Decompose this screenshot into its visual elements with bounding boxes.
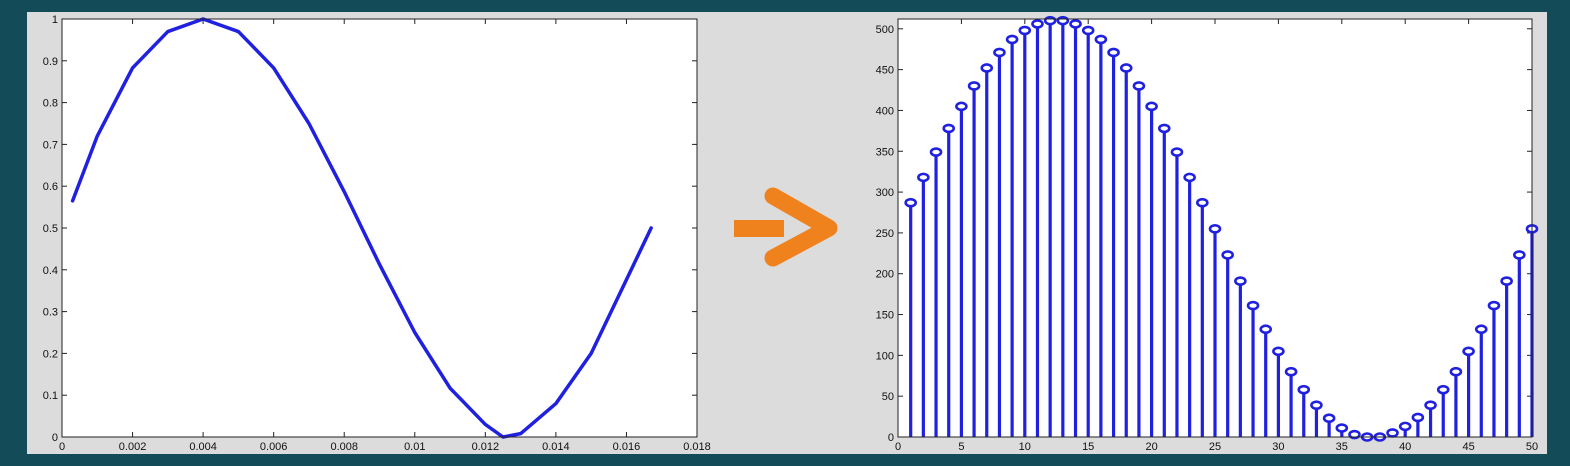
y-tick-label: 200 [876, 269, 894, 281]
x-tick-label: 0.004 [189, 441, 217, 453]
stem-marker [1005, 34, 1019, 45]
stem-marker [1183, 172, 1196, 183]
y-tick-label: 150 [876, 310, 894, 322]
x-tick-label: 0.016 [613, 441, 641, 453]
x-tick-label: 50 [1526, 441, 1538, 453]
y-tick-label: 0.5 [43, 223, 58, 235]
stem-marker [955, 101, 968, 112]
stem-marker [1424, 400, 1437, 410]
y-tick-label: 0 [888, 432, 894, 444]
x-tick-label: 30 [1272, 441, 1284, 453]
x-tick-label: 0.01 [404, 441, 425, 453]
stem-marker [1272, 346, 1285, 357]
stem-marker [1119, 63, 1133, 73]
y-tick-label: 50 [882, 391, 894, 403]
y-tick-label: 0 [52, 432, 58, 444]
stem-marker [1132, 81, 1146, 91]
x-tick-label: 0.012 [472, 441, 500, 453]
stem-marker [1234, 276, 1247, 286]
y-tick-label: 0.8 [43, 98, 58, 110]
stem-marker [1056, 15, 1070, 26]
stem-marker [929, 147, 943, 157]
stem-marker [1386, 428, 1399, 438]
stem-marker [1284, 366, 1298, 377]
stem-marker [1297, 384, 1311, 395]
y-tick-label: 0.7 [43, 139, 58, 151]
figure-panel: 0 0.002 0.004 0.006 0.008 0.01 0.012 0.014 0.016… [27, 12, 1547, 454]
stem-marker [1335, 423, 1349, 433]
y-tick-label: 100 [876, 350, 894, 362]
x-tick-label: 35 [1336, 441, 1348, 453]
stem-marker [1157, 123, 1171, 134]
y-tick-label: 0.4 [43, 265, 58, 277]
plot-area [62, 19, 697, 437]
stem-marker [1018, 25, 1032, 36]
stem-marker [942, 123, 956, 134]
x-tick-label: 0.014 [542, 441, 570, 453]
stem-marker [917, 172, 930, 183]
stem-marker [1246, 300, 1260, 311]
x-tick-label: 0 [895, 441, 901, 453]
x-tick-label: 0.008 [330, 441, 358, 453]
figure-svg: 0 0.002 0.004 0.006 0.008 0.01 0.012 0.014 0.016… [43, 14, 1539, 453]
stem-marker [993, 47, 1006, 58]
stem-marker [1259, 324, 1273, 335]
stem-marker [1043, 15, 1057, 26]
stem-marker [1462, 346, 1475, 357]
stem-marker [1031, 19, 1044, 29]
y-tick-label: 350 [876, 146, 894, 158]
stem-marker [1513, 250, 1526, 260]
x-tick-label: 20 [1145, 441, 1157, 453]
stem-marker [1221, 250, 1234, 260]
y-tick-label: 0.1 [43, 390, 58, 402]
x-tick-label: 0.006 [260, 441, 288, 453]
y-tick-label: 400 [876, 105, 894, 117]
y-tick-label: 300 [876, 187, 894, 199]
x-tick-label: 0 [59, 441, 65, 453]
x-tick-label: 25 [1209, 441, 1221, 453]
x-tick-label: 15 [1082, 441, 1094, 453]
y-tick-label: 250 [876, 228, 894, 240]
stem-marker [1107, 47, 1120, 58]
x-tick-label: 40 [1399, 441, 1411, 453]
right-arrow-icon [734, 187, 838, 267]
x-tick-label: 0.018 [683, 441, 711, 453]
y-tick-label: 0.6 [43, 181, 58, 193]
x-tick-label: 5 [958, 441, 964, 453]
stem-marker [1436, 384, 1450, 395]
stem-marker [1500, 276, 1513, 286]
arrow-shaft [734, 220, 784, 237]
stem-marker [1069, 19, 1082, 29]
stem-marker [1196, 197, 1209, 208]
x-tick-label: 45 [1462, 441, 1474, 453]
stem-marker [1094, 34, 1108, 45]
stem-marker [1398, 421, 1412, 432]
x-tick-label: 10 [1019, 441, 1031, 453]
stem-marker [1487, 300, 1501, 311]
stem-marker [904, 197, 917, 208]
chart-1: 0 0.002 0.004 0.006 0.008 0.01 0.012 0.014 0.016… [43, 14, 711, 453]
y-tick-label: 1 [52, 14, 58, 26]
stem-marker [1170, 147, 1184, 157]
stem-marker [1145, 101, 1158, 112]
stem-marker [967, 81, 981, 91]
y-tick-label: 500 [876, 24, 894, 36]
y-tick-label: 0.2 [43, 348, 58, 360]
stem-marker [1474, 324, 1488, 335]
y-tick-label: 0.3 [43, 307, 58, 319]
stem-marker [1322, 413, 1336, 424]
stem-marker [1081, 25, 1095, 36]
stem-marker [1411, 412, 1425, 423]
y-tick-label: 450 [876, 65, 894, 77]
y-tick-label: 0.9 [43, 56, 58, 68]
stem-marker [980, 63, 994, 73]
chart-2: 0 5 10 15 20 25 30 35 40 45 5005010015020025030035… [876, 15, 1539, 453]
x-tick-label: 0.002 [119, 441, 147, 453]
stem-marker [1208, 224, 1222, 234]
stem-marker [1310, 400, 1323, 410]
stem-marker [1449, 366, 1463, 377]
